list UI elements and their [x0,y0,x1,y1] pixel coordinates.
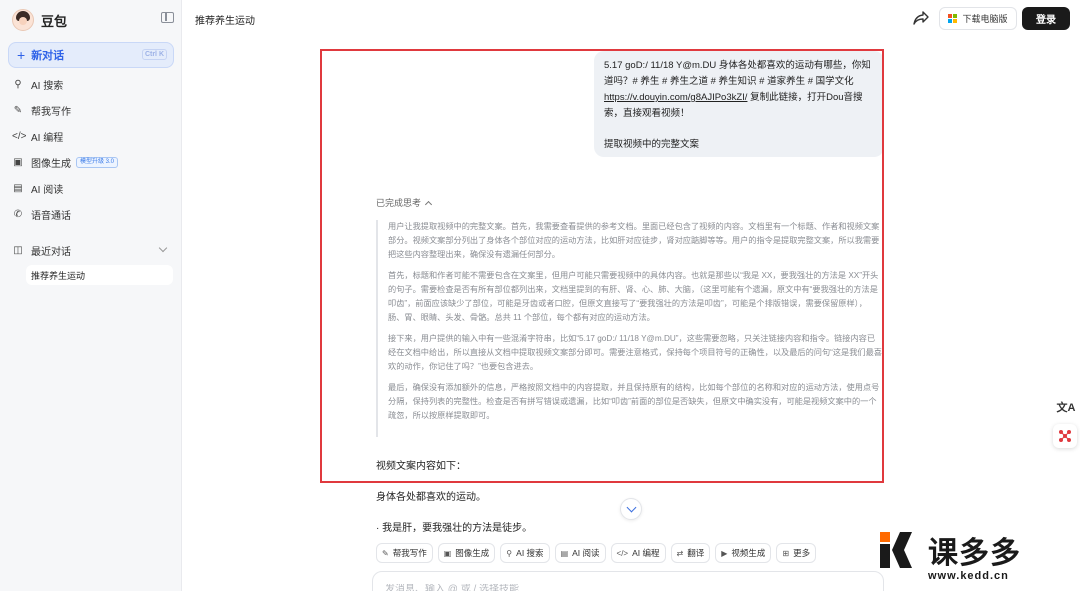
share-icon[interactable] [913,11,929,25]
watermark-url: www.kedd.cn [928,570,1009,582]
message-input[interactable] [385,584,871,591]
tool-label: 翻译 [687,548,705,558]
thinking-content: 用户让我提取视频中的完整文案。首先，我需要查看提供的参考文档。里面已经包含了视频… [376,220,883,437]
sidebar-item-label: AI 编程 [31,132,64,144]
login-button[interactable]: 登录 [1022,7,1070,30]
thinking-paragraph: 用户让我提取视频中的完整文案。首先，我需要查看提供的参考文档。里面已经包含了视频… [388,222,880,259]
image-icon: ▣ [443,548,452,558]
page-title: 推荐养生运动 [195,16,255,27]
sidebar-item-voice-call[interactable]: ✆ 语音通话 [12,204,172,224]
user-message-bubble: 5.17 goD:/ 11/18 Y@m.DU 身体各处都喜欢的运动有哪些，你知… [594,51,884,157]
thinking-toggle-label: 已完成思考 [376,198,422,208]
grid-icon: ⊞ [782,548,790,558]
kedd-logo-icon [880,532,912,568]
sidebar-toggle-icon[interactable] [161,12,174,23]
sidebar-item-coding[interactable]: </> AI 编程 [12,126,172,146]
thinking-paragraph: 首先，标题和作者可能不需要包含在文案里，但用户可能只需要视频中的具体内容。也就是… [388,271,879,322]
recent-label: 最近对话 [31,246,71,258]
sidebar-header: 豆包 [12,8,174,32]
tool-label: 更多 [793,548,811,558]
chevron-up-icon [424,200,433,209]
watermark: 课多多 www.kedd.cn [880,528,1076,588]
book-icon: ▤ [560,548,569,558]
search-icon: ⚲ [14,78,22,90]
sidebar-item-label: AI 搜索 [31,80,64,92]
tool-writing-button[interactable]: ✎ 帮我写作 [376,543,433,563]
brand-name: 豆包 [41,13,68,29]
video-link[interactable]: https://v.douyin.com/g8AJIPo3kZI/ [604,92,747,103]
skill-toolbar: ✎ 帮我写作 ▣ 图像生成 ⚲ AI 搜索 ▤ AI 阅读 </> AI 编程 ⇄ 翻译 ▶… [376,543,817,565]
code-icon: </> [12,130,27,142]
tool-more-button[interactable]: ⊞ 更多 [776,543,817,563]
answer-heading: 视频文案内容如下： [376,461,466,472]
search-icon: ⚲ [506,548,513,558]
watermark-brand: 课多多 [928,536,1021,571]
video-icon: ▶ [721,548,728,558]
sidebar-item-image-gen[interactable]: ▣ 图像生成 模型升级 3.0 [12,152,172,172]
sidebar-item-ai-search[interactable]: ⚲ AI 搜索 [12,74,172,94]
download-desktop-button[interactable]: 下载电脑版 [939,7,1017,30]
network-icon [1059,430,1071,442]
shortcut-hint: Ctrl K [141,49,167,60]
windows-icon [948,14,958,23]
avatar[interactable] [12,9,34,31]
tool-label: 图像生成 [455,548,490,558]
answer-line: · 我是肝，要我强壮的方法是徒步。 [376,523,533,534]
new-chat-label: 新对话 [31,50,65,62]
sidebar-item-label: 语音通话 [31,210,71,222]
plus-icon: + [17,47,26,63]
pen-icon: ✎ [382,548,389,558]
download-label: 下载电脑版 [962,14,1008,24]
tool-reading-button[interactable]: ▤ AI 阅读 [554,543,606,563]
app-float-icon[interactable] [1053,424,1077,448]
sidebar-item-label: AI 阅读 [31,184,64,196]
thinking-toggle[interactable]: 已完成思考 [376,196,433,209]
answer-line: 身体各处都喜欢的运动。 [376,492,486,503]
message-input-box[interactable] [372,571,884,591]
translate-float-icon[interactable]: 文A [1055,396,1077,418]
sidebar-item-label: 图像生成 [31,158,71,170]
sidebar-item-reading[interactable]: ▤ AI 阅读 [12,178,172,198]
chat-bubble-icon: ◫ [13,244,23,256]
recent-section-header[interactable]: ◫ 最近对话 [12,240,172,260]
tool-label: AI 阅读 [572,548,600,558]
image-icon: ▣ [13,156,23,168]
recent-chat-item[interactable]: 推荐养生运动 [26,265,173,285]
user-request-text: 提取视频中的完整文案 [604,139,700,150]
upgrade-badge: 模型升级 3.0 [76,156,119,168]
tool-coding-button[interactable]: </> AI 编程 [610,543,666,563]
tool-image-gen-button[interactable]: ▣ 图像生成 [437,543,496,563]
thinking-paragraph: 接下来，用户提供的输入中有一些混淆字符串，比如“5.17 goD:/ 11/18… [388,334,882,371]
tool-search-button[interactable]: ⚲ AI 搜索 [500,543,550,563]
sidebar-item-writing[interactable]: ✎ 帮我写作 [12,100,172,120]
user-message-text: 5.17 goD:/ 11/18 Y@m.DU 身体各处都喜欢的运动有哪些，你知… [604,60,871,87]
code-icon: </> [616,548,629,558]
scroll-to-bottom-button[interactable] [620,498,642,520]
new-chat-button[interactable]: + 新对话 Ctrl K [8,42,174,68]
tool-translate-button[interactable]: ⇄ 翻译 [670,543,711,563]
sidebar-item-label: 帮我写作 [31,106,71,118]
tool-label: 帮我写作 [392,548,427,558]
translate-icon: ⇄ [676,548,684,558]
book-icon: ▤ [13,182,23,194]
tool-label: 视频生成 [731,548,766,558]
sidebar: 豆包 + 新对话 Ctrl K ⚲ AI 搜索 ✎ 帮我写作 </> AI 编程… [0,0,182,591]
tool-label: AI 编程 [632,548,660,558]
tool-video-gen-button[interactable]: ▶ 视频生成 [715,543,772,563]
thinking-paragraph: 最后，确保没有添加额外的信息，严格按照文档中的内容提取，并且保持原有的结构，比如… [388,383,880,420]
pen-icon: ✎ [13,104,23,116]
phone-icon: ✆ [13,208,23,220]
tool-label: AI 搜索 [516,548,544,558]
chevron-down-icon[interactable] [158,243,168,253]
